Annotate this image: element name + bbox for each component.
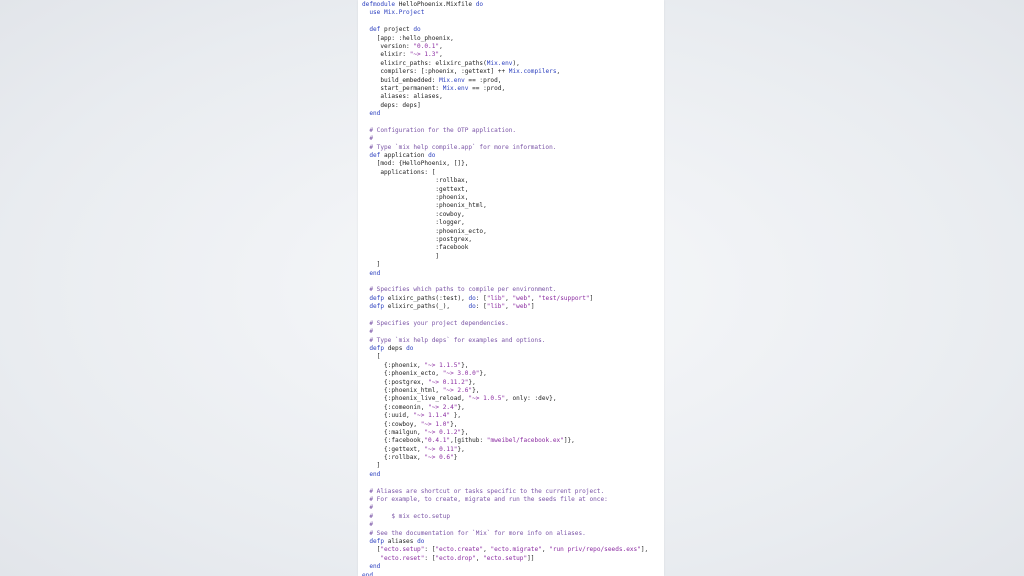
code-line: version: "0.0.1",: [380, 42, 443, 50]
code-line: :postgrex,: [362, 235, 473, 243]
code-line: :gettext,: [362, 185, 469, 193]
code-line: {:facebook,"0.4.1",[github: "mweibel/fac…: [362, 437, 575, 445]
code-line: def project do: [369, 26, 421, 34]
code-line: :cowboy,: [362, 210, 465, 218]
code-line: {:phoenix, "~> 1.1.5"},: [362, 361, 469, 369]
code-line: #: [362, 328, 374, 336]
code-line: compilers: [:phoenix, :gettext] ++ Mix.c…: [380, 68, 561, 76]
code-line: # $ mix ecto.setup: [362, 512, 451, 520]
code-line: "ecto.reset": ["ecto.drop", "ecto.setup"…: [380, 554, 535, 562]
code-line: # For example, to create, migrate and ru…: [362, 496, 608, 504]
code-line: {:gettext, "~> 0.11"},: [362, 445, 465, 453]
code-line: end: [369, 563, 381, 571]
code-line: :facebook: [362, 244, 469, 252]
code-line: end: [362, 571, 374, 576]
code-line: :phoenix,: [362, 193, 469, 201]
code-line: {:uuid, "~> 1.1.4" },: [362, 412, 462, 420]
code-line: elixirc_paths: elixirc_paths(Mix.env),: [380, 59, 520, 67]
code-line: # Aliases are shortcut or tasks specific…: [362, 487, 605, 495]
code-line: {:phoenix_ecto, "~> 3.0.0"},: [362, 370, 487, 378]
code-line: {:cowboy, "~> 1.0"},: [362, 420, 458, 428]
code-line: build_embedded: Mix.env == :prod,: [380, 76, 502, 84]
code-line: {:phoenix_live_reload, "~> 1.0.5", only:…: [362, 395, 557, 403]
code-line: {:rollbax, "~> 0.6"}: [362, 454, 458, 462]
code-line: :logger,: [362, 219, 465, 227]
code-line: ]: [362, 462, 381, 470]
code-line: elixir: "~> 1.3",: [380, 51, 443, 59]
code-block: defmodule HelloPhoenix.Mixfile do use Mi…: [362, 1, 664, 576]
code-line: end: [369, 470, 381, 478]
code-line: applications: [: [380, 168, 436, 176]
code-line: #: [362, 504, 374, 512]
code-line: ["ecto.setup": ["ecto.create", "ecto.mig…: [362, 546, 649, 554]
code-line: #: [362, 521, 374, 529]
code-line: # Specifies which paths to compile per e…: [362, 286, 557, 294]
code-line: start_permanent: Mix.env == :prod,: [380, 84, 506, 92]
code-line: ]: [362, 261, 381, 269]
code-line: [: [362, 353, 381, 361]
code-line: def application do: [369, 152, 436, 160]
code-line: {:phoenix_html, "~> 2.6"},: [362, 386, 480, 394]
code-line: defp elixirc_paths(_), do: ["lib", "web"…: [369, 303, 535, 311]
code-line: # Configuration for the OTP application.: [362, 126, 517, 134]
code-line: :phoenix_ecto,: [362, 227, 487, 235]
code-line: # Type `mix help compile.app` for more i…: [362, 143, 557, 151]
code-line: deps: deps]: [380, 101, 421, 109]
code-line: defp deps do: [369, 345, 414, 353]
code-line: aliases: aliases,: [380, 93, 443, 101]
code-line: # See the documentation for `Mix` for mo…: [362, 529, 586, 537]
code-line: [app: :hello_phoenix,: [362, 34, 454, 42]
code-line: # Type `mix help deps` for examples and …: [362, 336, 546, 344]
code-line: end: [369, 269, 381, 277]
code-line: :rollbax,: [362, 177, 469, 185]
code-line: ]: [362, 252, 440, 260]
code-line: defp elixirc_paths(:test), do: ["lib", "…: [369, 294, 594, 302]
code-line: defp aliases do: [369, 538, 425, 545]
code-line: [mod: {HelloPhoenix, []},: [362, 160, 469, 168]
code-line: :phoenix_html,: [362, 202, 487, 210]
code-panel: defmodule HelloPhoenix.Mixfile do use Mi…: [358, 0, 664, 576]
code-line: {:comeonin, "~> 2.4"},: [362, 403, 465, 411]
code-line: {:postgrex, "~> 0.11.2"},: [362, 378, 476, 386]
code-line: # Specifies your project dependencies.: [362, 319, 509, 327]
code-line: {:mailgun, "~> 0.1.2"},: [362, 428, 469, 436]
code-line: use Mix.Project: [369, 9, 425, 17]
code-line: #: [362, 135, 374, 143]
code-line: defmodule HelloPhoenix.Mixfile do: [362, 1, 484, 8]
code-line: end: [369, 110, 381, 118]
